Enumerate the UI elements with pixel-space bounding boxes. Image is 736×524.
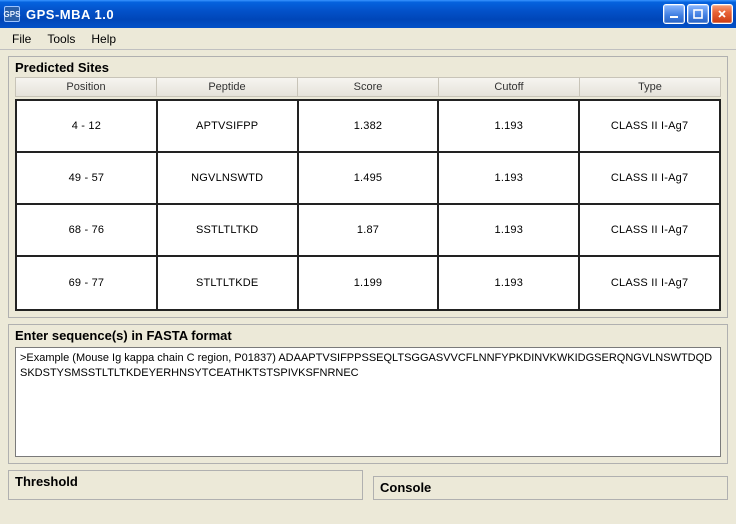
cell-cutoff: 1.193 xyxy=(439,101,580,151)
cell-type: CLASS II I-Ag7 xyxy=(580,153,719,203)
menu-help[interactable]: Help xyxy=(83,30,124,48)
predicted-sites-group: Predicted Sites Position Peptide Score C… xyxy=(8,56,728,318)
close-button[interactable] xyxy=(711,4,733,24)
cell-cutoff: 1.193 xyxy=(439,257,580,309)
cell-score: 1.199 xyxy=(299,257,440,309)
cell-peptide: SSTLTLTKD xyxy=(158,205,299,255)
title-bar: GPS GPS-MBA 1.0 xyxy=(0,0,736,28)
maximize-icon xyxy=(693,9,703,19)
cell-peptide: APTVSIFPP xyxy=(158,101,299,151)
predicted-sites-title: Predicted Sites xyxy=(11,60,725,77)
cell-position: 69 - 77 xyxy=(17,257,158,309)
predicted-sites-table: 4 - 12 APTVSIFPP 1.382 1.193 CLASS II I-… xyxy=(15,99,721,311)
predicted-sites-header: Position Peptide Score Cutoff Type xyxy=(15,77,721,97)
cell-score: 1.87 xyxy=(299,205,440,255)
app-icon-label: GPS xyxy=(4,10,21,19)
close-icon xyxy=(717,9,727,19)
table-row[interactable]: 68 - 76 SSTLTLTKD 1.87 1.193 CLASS II I-… xyxy=(17,205,719,257)
fasta-input[interactable]: >Example (Mouse Ig kappa chain C region,… xyxy=(15,347,721,457)
threshold-title: Threshold xyxy=(11,474,360,491)
menu-tools[interactable]: Tools xyxy=(39,30,83,48)
table-row[interactable]: 49 - 57 NGVLNSWTD 1.495 1.193 CLASS II I… xyxy=(17,153,719,205)
menu-file[interactable]: File xyxy=(4,30,39,48)
threshold-group: Threshold xyxy=(8,470,363,500)
fasta-title: Enter sequence(s) in FASTA format xyxy=(11,328,725,345)
cell-type: CLASS II I-Ag7 xyxy=(580,257,719,309)
console-title: Console xyxy=(376,480,725,497)
window-title: GPS-MBA 1.0 xyxy=(26,7,114,22)
cell-score: 1.382 xyxy=(299,101,440,151)
bottom-row: Threshold Console xyxy=(8,470,728,500)
table-row[interactable]: 69 - 77 STLTLTKDE 1.199 1.193 CLASS II I… xyxy=(17,257,719,309)
cell-score: 1.495 xyxy=(299,153,440,203)
col-score[interactable]: Score xyxy=(298,78,439,96)
table-row[interactable]: 4 - 12 APTVSIFPP 1.382 1.193 CLASS II I-… xyxy=(17,101,719,153)
cell-peptide: STLTLTKDE xyxy=(158,257,299,309)
window-controls xyxy=(663,4,736,24)
maximize-button[interactable] xyxy=(687,4,709,24)
cell-position: 49 - 57 xyxy=(17,153,158,203)
cell-cutoff: 1.193 xyxy=(439,205,580,255)
menu-bar: File Tools Help xyxy=(0,28,736,50)
cell-type: CLASS II I-Ag7 xyxy=(580,101,719,151)
cell-position: 4 - 12 xyxy=(17,101,158,151)
fasta-group: Enter sequence(s) in FASTA format >Examp… xyxy=(8,324,728,464)
minimize-icon xyxy=(669,9,679,19)
cell-cutoff: 1.193 xyxy=(439,153,580,203)
col-position[interactable]: Position xyxy=(16,78,157,96)
cell-position: 68 - 76 xyxy=(17,205,158,255)
col-type[interactable]: Type xyxy=(580,78,720,96)
cell-type: CLASS II I-Ag7 xyxy=(580,205,719,255)
content-area: Predicted Sites Position Peptide Score C… xyxy=(0,50,736,508)
col-peptide[interactable]: Peptide xyxy=(157,78,298,96)
minimize-button[interactable] xyxy=(663,4,685,24)
console-group: Console xyxy=(373,476,728,500)
col-cutoff[interactable]: Cutoff xyxy=(439,78,580,96)
cell-peptide: NGVLNSWTD xyxy=(158,153,299,203)
app-icon: GPS xyxy=(4,6,20,22)
